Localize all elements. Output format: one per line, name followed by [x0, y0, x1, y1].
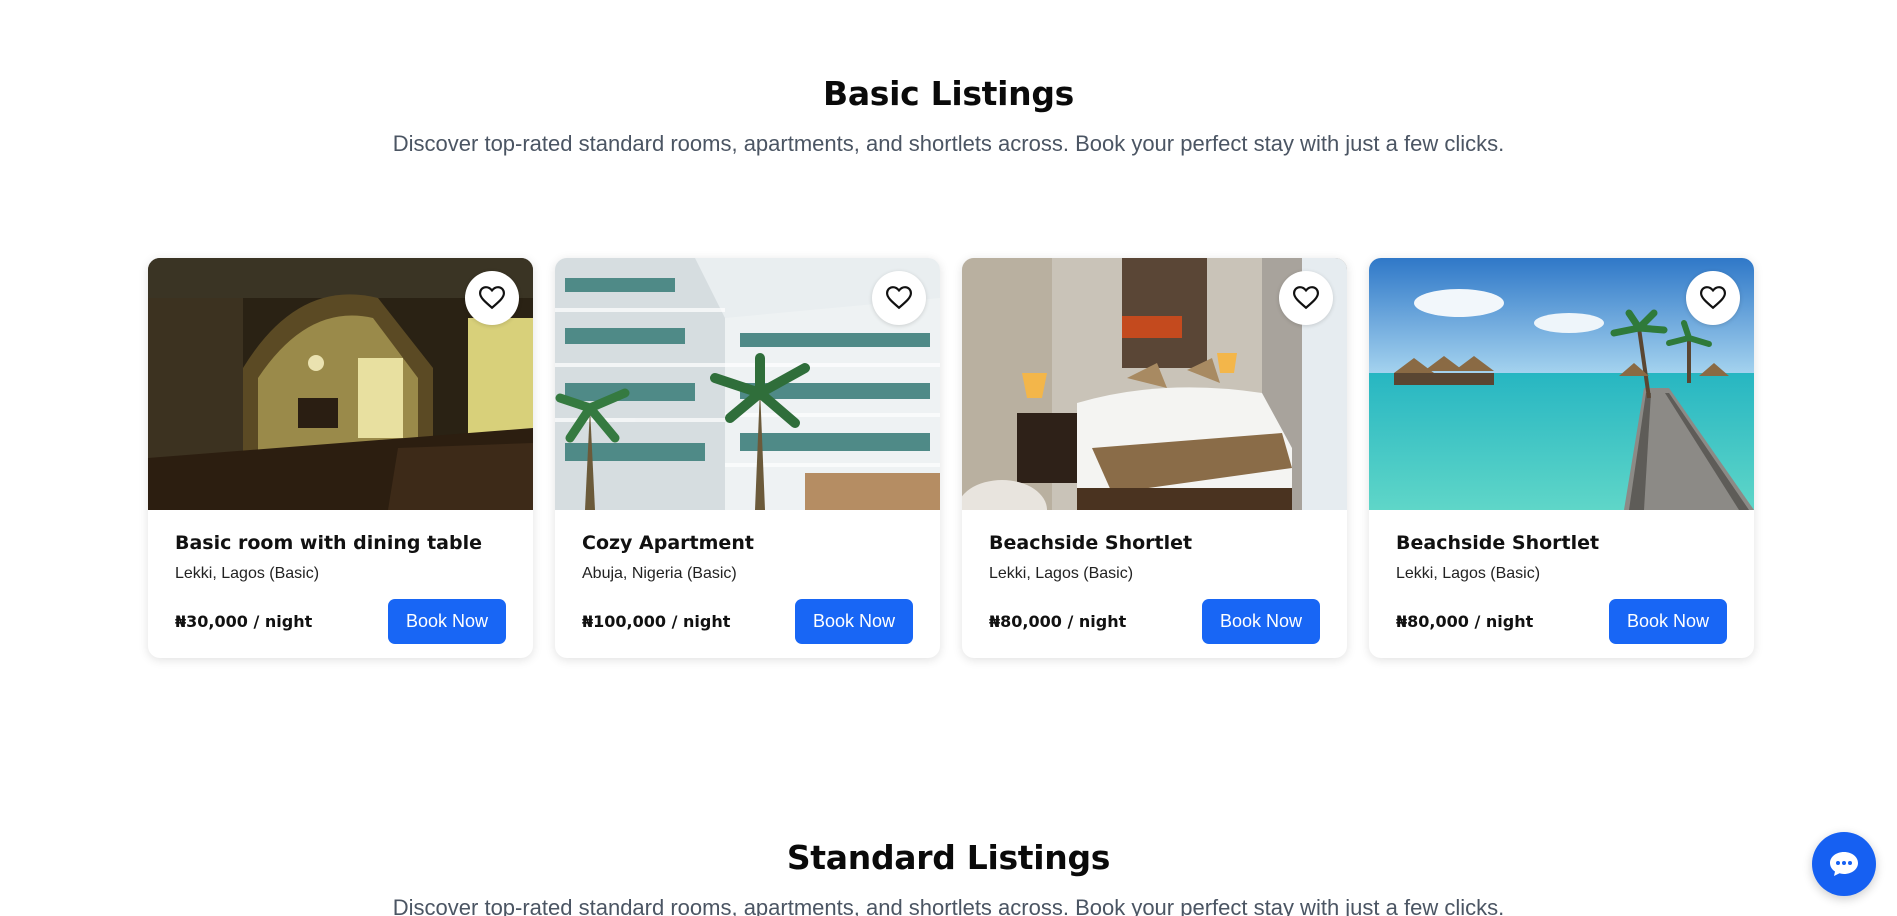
listing-title: Beachside Shortlet: [1396, 532, 1600, 554]
listing-image: [148, 258, 533, 510]
listing-price: ₦80,000 / night: [1396, 612, 1534, 631]
favorite-button[interactable]: [1686, 271, 1740, 325]
listing-card: Beachside Shortlet Lekki, Lagos (Basic) …: [1369, 258, 1754, 658]
chat-button[interactable]: [1812, 832, 1876, 896]
listing-title: Cozy Apartment: [582, 532, 754, 554]
section-subtitle: Discover top-rated standard rooms, apart…: [392, 131, 1505, 156]
book-now-button[interactable]: Book Now: [1202, 599, 1320, 644]
basic-listings-section: Basic Listings Discover top-rated standa…: [0, 74, 1897, 157]
listing-card: Cozy Apartment Abuja, Nigeria (Basic) ₦1…: [555, 258, 940, 658]
listing-image: [1369, 258, 1754, 510]
listing-image: [555, 258, 940, 510]
listing-title: Beachside Shortlet: [989, 532, 1193, 554]
heart-icon: [1293, 286, 1319, 310]
section-subtitle: Discover top-rated standard rooms, apart…: [392, 895, 1505, 916]
book-now-button[interactable]: Book Now: [1609, 599, 1727, 644]
book-now-button[interactable]: Book Now: [795, 599, 913, 644]
listing-location: Abuja, Nigeria (Basic): [582, 565, 737, 582]
favorite-button[interactable]: [465, 271, 519, 325]
listing-title: Basic room with dining table: [175, 532, 482, 554]
heart-icon: [479, 286, 505, 310]
listing-image: [962, 258, 1347, 510]
listing-price: ₦100,000 / night: [582, 612, 731, 631]
section-title: Standard Listings: [786, 838, 1111, 877]
heart-icon: [886, 286, 912, 310]
chat-icon: [1830, 852, 1858, 876]
book-now-button[interactable]: Book Now: [388, 599, 506, 644]
listing-price: ₦80,000 / night: [989, 612, 1127, 631]
listing-price: ₦30,000 / night: [175, 612, 313, 631]
heart-icon: [1700, 286, 1726, 310]
listing-location: Lekki, Lagos (Basic): [1396, 565, 1541, 582]
listing-location: Lekki, Lagos (Basic): [989, 565, 1134, 582]
section-title: Basic Listings: [822, 74, 1075, 113]
favorite-button[interactable]: [1279, 271, 1333, 325]
listing-location: Lekki, Lagos (Basic): [175, 565, 320, 582]
listing-card: Beachside Shortlet Lekki, Lagos (Basic) …: [962, 258, 1347, 658]
standard-listings-section: Standard Listings Discover top-rated sta…: [0, 838, 1897, 916]
listing-card: Basic room with dining table Lekki, Lago…: [148, 258, 533, 658]
favorite-button[interactable]: [872, 271, 926, 325]
listing-cards: Basic room with dining table Lekki, Lago…: [148, 258, 1754, 658]
